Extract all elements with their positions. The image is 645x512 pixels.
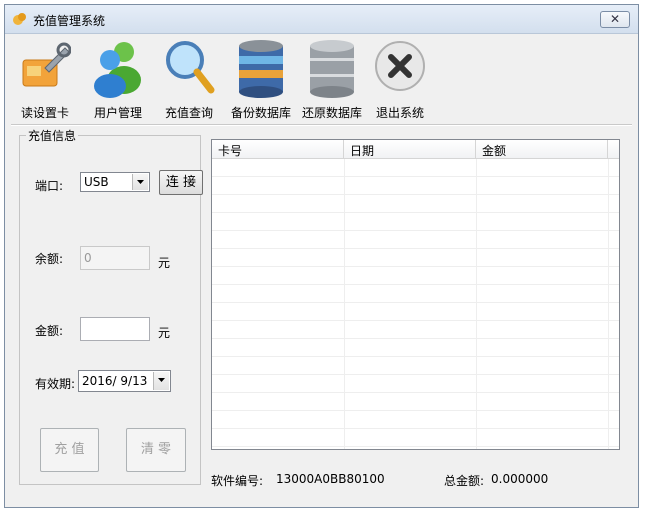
table-header: 卡号 日期 金额 (212, 140, 619, 159)
app-icon (13, 13, 26, 25)
exit-button[interactable]: 退出系统 (366, 38, 434, 122)
expiry-value: 2016/ 9/13 (82, 374, 148, 388)
recharge-records-table[interactable]: 卡号 日期 金额 (211, 139, 620, 450)
column-header-amount[interactable]: 金额 (476, 140, 608, 158)
total-amount-label: 总金额: (444, 474, 485, 488)
column-divider (476, 159, 477, 449)
recharge-button[interactable]: 充 值 (40, 428, 99, 472)
column-divider (344, 159, 345, 449)
software-id-label: 软件编号: (211, 474, 264, 488)
exit-label: 退出系统 (375, 106, 424, 120)
column-header-card-number[interactable]: 卡号 (212, 140, 344, 158)
balance-label: 余额: (35, 252, 64, 266)
clear-button[interactable]: 清 零 (126, 428, 186, 472)
balance-value: 0 (84, 251, 92, 265)
table-body (212, 159, 619, 449)
toolbar: 读设置卡 用户管理 充值查询 备份数据库 还原数据库 退出系统 (5, 34, 638, 122)
user-management-button[interactable]: 用户管理 (84, 38, 152, 122)
toolbar-separator (11, 124, 632, 126)
balance-field: 0 (80, 246, 150, 270)
amount-field[interactable] (80, 317, 150, 341)
expiry-date-picker[interactable]: 2016/ 9/13 (78, 370, 171, 392)
database-restore-icon (310, 40, 354, 98)
column-divider (608, 159, 609, 449)
expiry-label: 有效期: (35, 377, 76, 391)
recharge-info-title: 充值信息 (26, 127, 79, 144)
recharge-query-label: 充值查询 (164, 106, 213, 120)
database-backup-icon (239, 40, 283, 98)
calendar-dropdown-icon[interactable] (153, 372, 169, 390)
connect-button[interactable]: 连 接 (159, 170, 203, 195)
chevron-down-icon[interactable] (132, 174, 148, 190)
amount-unit: 元 (158, 326, 171, 340)
restore-database-button[interactable]: 还原数据库 (298, 38, 366, 122)
balance-unit: 元 (158, 256, 171, 270)
backup-database-label: 备份数据库 (230, 106, 291, 120)
users-icon (94, 42, 141, 98)
port-select[interactable]: USB (80, 172, 150, 192)
amount-label: 金额: (35, 324, 64, 338)
close-button[interactable]: ✕ (600, 11, 630, 28)
exit-x-icon (375, 41, 425, 91)
magnifier-icon (166, 41, 215, 94)
software-id-value: 13000A0BB80100 (276, 472, 385, 486)
port-value: USB (84, 175, 109, 189)
title-bar[interactable]: 充值管理系统 ✕ (5, 5, 638, 34)
window-title: 充值管理系统 (33, 14, 106, 28)
port-label: 端口: (35, 179, 64, 193)
wrench-card-icon (22, 42, 71, 87)
user-management-label: 用户管理 (93, 106, 142, 120)
read-card-label: 读设置卡 (20, 106, 69, 120)
total-amount-value: 0.000000 (491, 472, 549, 486)
backup-database-button[interactable]: 备份数据库 (227, 38, 295, 122)
read-card-button[interactable]: 读设置卡 (11, 38, 79, 122)
column-header-date[interactable]: 日期 (344, 140, 476, 158)
recharge-query-button[interactable]: 充值查询 (155, 38, 223, 122)
